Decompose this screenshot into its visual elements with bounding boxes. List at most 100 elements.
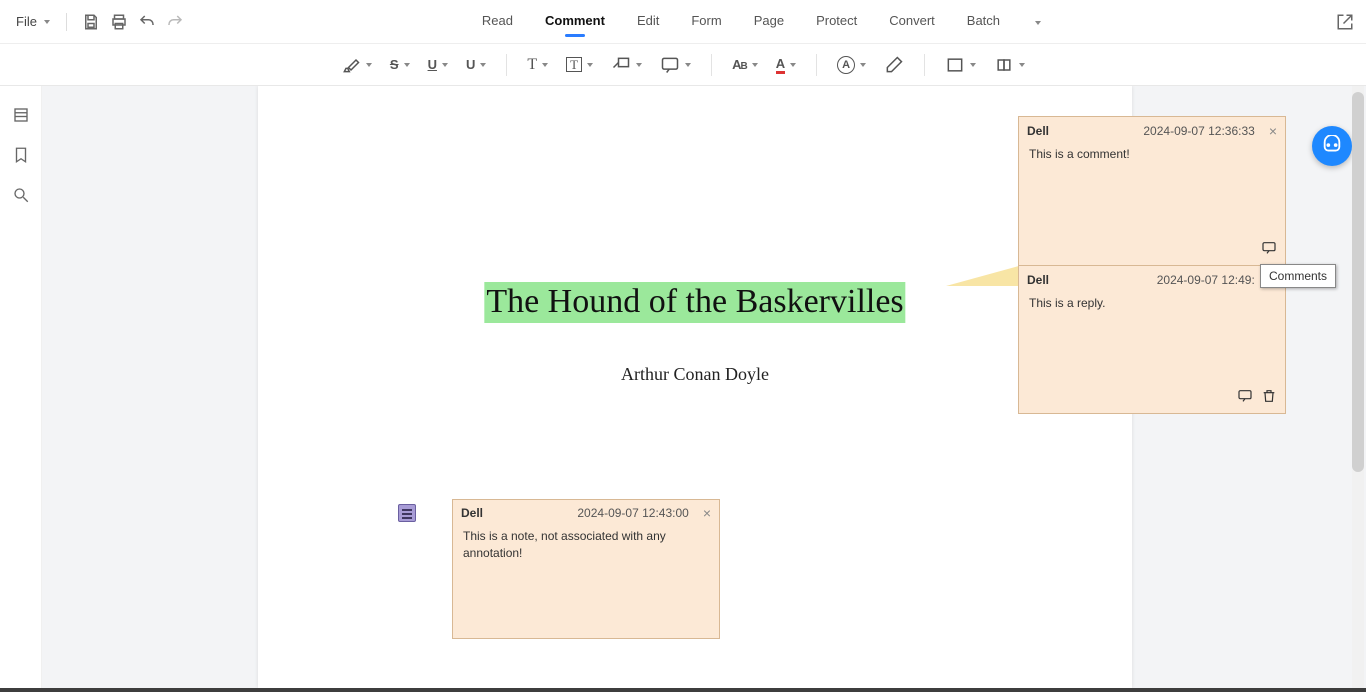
divider	[506, 54, 507, 76]
file-menu-button[interactable]: File	[10, 10, 56, 33]
highlight-tool[interactable]	[337, 51, 376, 79]
callout-tool[interactable]	[607, 51, 646, 79]
ai-assistant-button[interactable]	[1312, 126, 1352, 166]
tab-form[interactable]: Form	[689, 7, 723, 36]
comment-header: Dell 2024-09-07 12:36:33 ×	[1019, 117, 1285, 145]
chevron-down-icon	[752, 63, 758, 67]
undo-icon[interactable]	[137, 12, 157, 32]
tab-batch[interactable]: Batch	[965, 7, 1002, 36]
squiggly-icon: U	[466, 57, 475, 72]
fontsize-icon: AB	[732, 57, 747, 72]
strike-icon: S	[390, 57, 399, 72]
reply-segment: Dell 2024-09-07 12:49: × This is a reply…	[1019, 265, 1285, 413]
document-viewport[interactable]: The Hound of the Baskervilles Arthur Con…	[42, 86, 1366, 688]
file-menu-label: File	[16, 14, 37, 29]
comment-pointer	[946, 264, 1026, 286]
chevron-down-icon	[404, 63, 410, 67]
comment-body[interactable]: This is a comment!	[1019, 145, 1285, 191]
chevron-down-icon	[542, 63, 548, 67]
chevron-down-icon	[44, 20, 50, 24]
reply-body[interactable]: This is a reply.	[1019, 294, 1285, 340]
comment-actions	[1261, 240, 1277, 259]
shapes-tool[interactable]	[941, 51, 980, 79]
reply-icon[interactable]	[1237, 388, 1253, 407]
typewriter-tool[interactable]: T	[523, 52, 552, 78]
tab-protect[interactable]: Protect	[814, 7, 859, 36]
chevron-down-icon	[1019, 63, 1025, 67]
tab-page[interactable]: Page	[752, 7, 786, 36]
textcolor-icon: A	[776, 56, 785, 74]
reply-header: Dell 2024-09-07 12:49: ×	[1019, 266, 1285, 294]
reply-icon[interactable]	[1261, 240, 1277, 259]
close-icon[interactable]: ×	[703, 506, 711, 520]
chevron-down-icon	[366, 63, 372, 67]
tab-label: Batch	[967, 13, 1000, 28]
print-icon[interactable]	[109, 12, 129, 32]
note-tool[interactable]	[656, 51, 695, 79]
chevron-down-icon	[480, 63, 486, 67]
underline-tool[interactable]: U	[424, 53, 452, 76]
tab-edit[interactable]: Edit	[635, 7, 661, 36]
tab-comment[interactable]: Comment	[543, 7, 607, 36]
tab-label: Form	[691, 13, 721, 28]
chevron-down-icon	[860, 63, 866, 67]
close-icon[interactable]: ×	[1269, 123, 1277, 139]
stamp-tool[interactable]: A	[833, 52, 870, 78]
thumbnails-icon[interactable]	[10, 104, 32, 126]
chevron-down-icon	[970, 63, 976, 67]
tab-read[interactable]: Read	[480, 7, 515, 36]
divider	[66, 13, 67, 31]
reply-author: Dell	[1027, 273, 1049, 287]
chevron-down-icon	[790, 63, 796, 67]
chevron-down-icon	[636, 63, 642, 67]
search-icon[interactable]	[10, 184, 32, 206]
document-author: Arthur Conan Doyle	[621, 364, 769, 385]
comment-popup[interactable]: Dell 2024-09-07 12:36:33 × This is a com…	[1018, 116, 1286, 414]
side-rail	[0, 86, 42, 692]
tab-convert[interactable]: Convert	[887, 7, 937, 36]
save-icon[interactable]	[81, 12, 101, 32]
tab-label: Page	[754, 13, 784, 28]
tab-overflow[interactable]	[1030, 7, 1043, 36]
underline-icon: U	[428, 57, 437, 72]
comment-timestamp: 2024-09-07 12:36:33	[1143, 124, 1254, 138]
chevron-down-icon	[685, 63, 691, 67]
note-popup[interactable]: Dell 2024-09-07 12:43:00 × This is a not…	[452, 499, 720, 639]
trash-icon[interactable]	[1261, 388, 1277, 407]
tab-label: Read	[482, 13, 513, 28]
stamp-icon: A	[837, 56, 855, 74]
tab-label: Convert	[889, 13, 935, 28]
note-body[interactable]: This is a note, not associated with any …	[453, 526, 719, 590]
open-external-icon[interactable]	[1334, 11, 1356, 33]
note-author: Dell	[461, 506, 483, 520]
font-size-tool[interactable]: AB	[728, 53, 762, 76]
text-icon: T	[527, 56, 537, 74]
main-tabs: Read Comment Edit Form Page Protect Conv…	[189, 7, 1334, 36]
pdf-page[interactable]: The Hound of the Baskervilles Arthur Con…	[258, 86, 1132, 688]
textbox-tool[interactable]: T	[562, 53, 597, 76]
status-bar	[0, 688, 1366, 692]
scrollbar-thumb[interactable]	[1352, 92, 1364, 472]
strikethrough-tool[interactable]: S	[386, 53, 414, 76]
menu-bar: File Read Comment Edit Form Page Protect…	[0, 0, 1366, 44]
tab-label: Comment	[545, 13, 605, 28]
chevron-down-icon	[1035, 21, 1041, 25]
text-color-tool[interactable]: A	[772, 52, 800, 78]
redo-icon[interactable]	[165, 12, 185, 32]
measure-tool[interactable]	[990, 51, 1029, 79]
note-popup-header: Dell 2024-09-07 12:43:00 ×	[453, 500, 719, 526]
tooltip-text: Comments	[1269, 269, 1327, 283]
comment-author: Dell	[1027, 124, 1049, 138]
reply-timestamp: 2024-09-07 12:49:	[1157, 273, 1255, 287]
bookmarks-icon[interactable]	[10, 144, 32, 166]
divider	[711, 54, 712, 76]
divider	[924, 54, 925, 76]
chevron-down-icon	[442, 63, 448, 67]
reply-actions	[1237, 388, 1277, 407]
document-title[interactable]: The Hound of the Baskervilles	[484, 282, 905, 323]
squiggly-tool[interactable]: U	[462, 53, 490, 76]
tab-label: Edit	[637, 13, 659, 28]
sticky-note-icon[interactable]	[398, 504, 416, 522]
highlight-annotation[interactable]: The Hound of the Baskervilles	[484, 282, 905, 323]
eraser-tool[interactable]	[880, 51, 908, 79]
